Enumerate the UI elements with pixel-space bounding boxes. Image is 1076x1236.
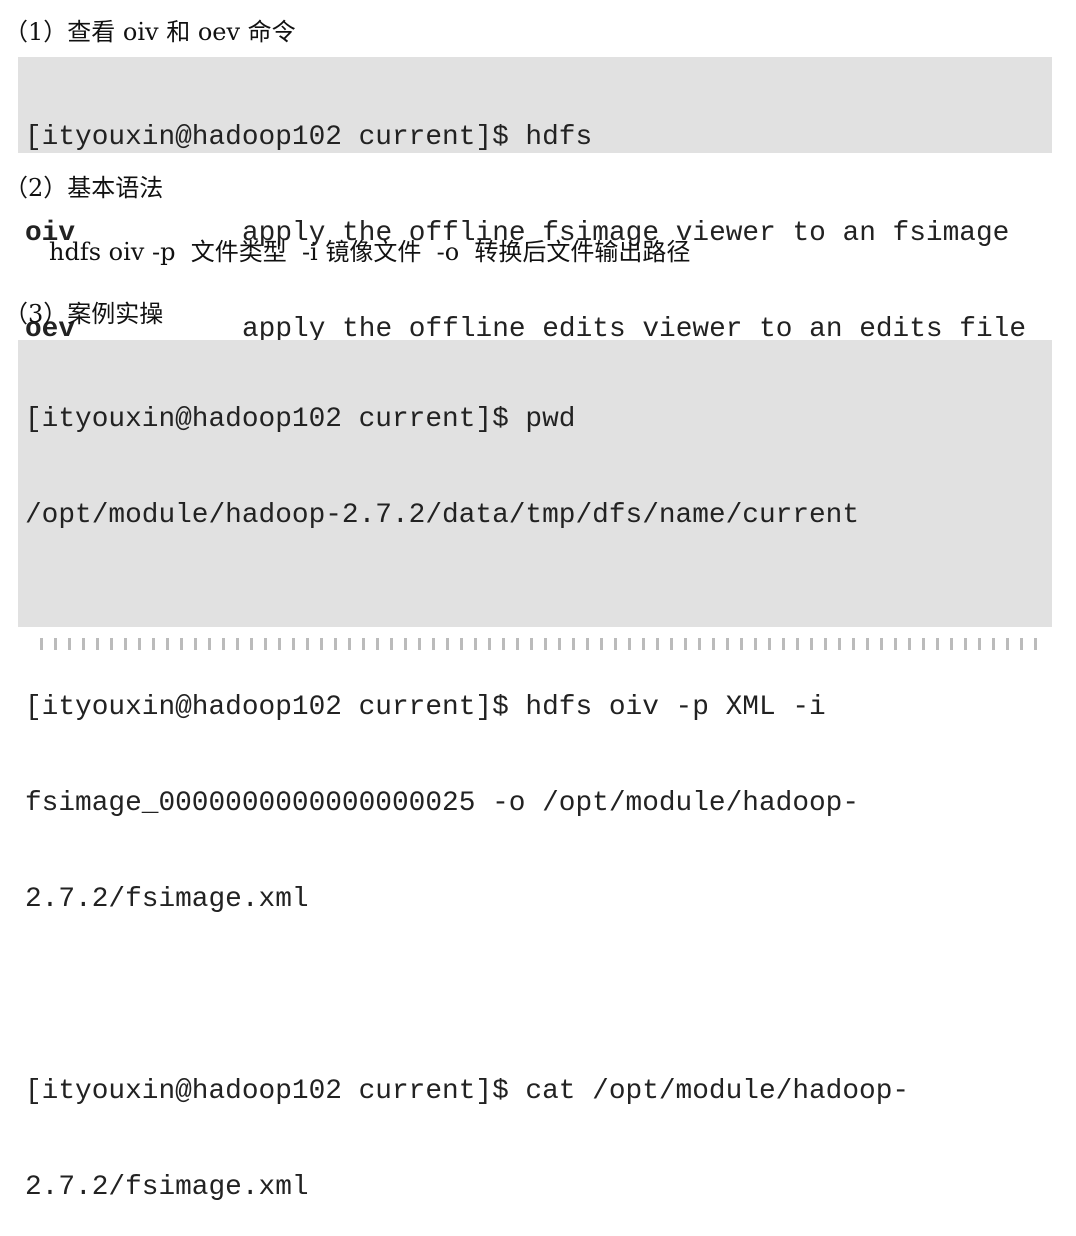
code-line: 2.7.2/fsimage.xml: [25, 884, 309, 915]
syntax-text: hdfs oiv -p 文件类型 -i 镜像文件 -o 转换后文件输出路径: [49, 238, 691, 266]
section-heading-1: （1）查看 oiv 和 oev 命令: [4, 18, 296, 46]
code-line: /opt/module/hadoop-2.7.2/data/tmp/dfs/na…: [25, 500, 860, 531]
code-block-hdfs: [ityouxin@hadoop102 current]$ hdfs oiv ap…: [18, 57, 1052, 345]
code-block-example: [ityouxin@hadoop102 current]$ pwd /opt/m…: [18, 340, 1052, 1203]
code-line: fsimage_0000000000000000025 -o /opt/modu…: [25, 788, 860, 819]
code-line: 2.7.2/fsimage.xml: [25, 1172, 309, 1203]
code-line: [ityouxin@hadoop102 current]$ hdfs: [25, 122, 593, 153]
section-heading-2: （2）基本语法: [4, 174, 164, 202]
code-line: [ityouxin@hadoop102 current]$ cat /opt/m…: [25, 1076, 910, 1107]
code-line: [ityouxin@hadoop102 current]$ hdfs oiv -…: [25, 692, 826, 723]
code-line: [ityouxin@hadoop102 current]$ pwd: [25, 404, 576, 435]
section-heading-3: （3）案例实操: [4, 300, 164, 328]
cropped-text-line: [40, 638, 1040, 650]
